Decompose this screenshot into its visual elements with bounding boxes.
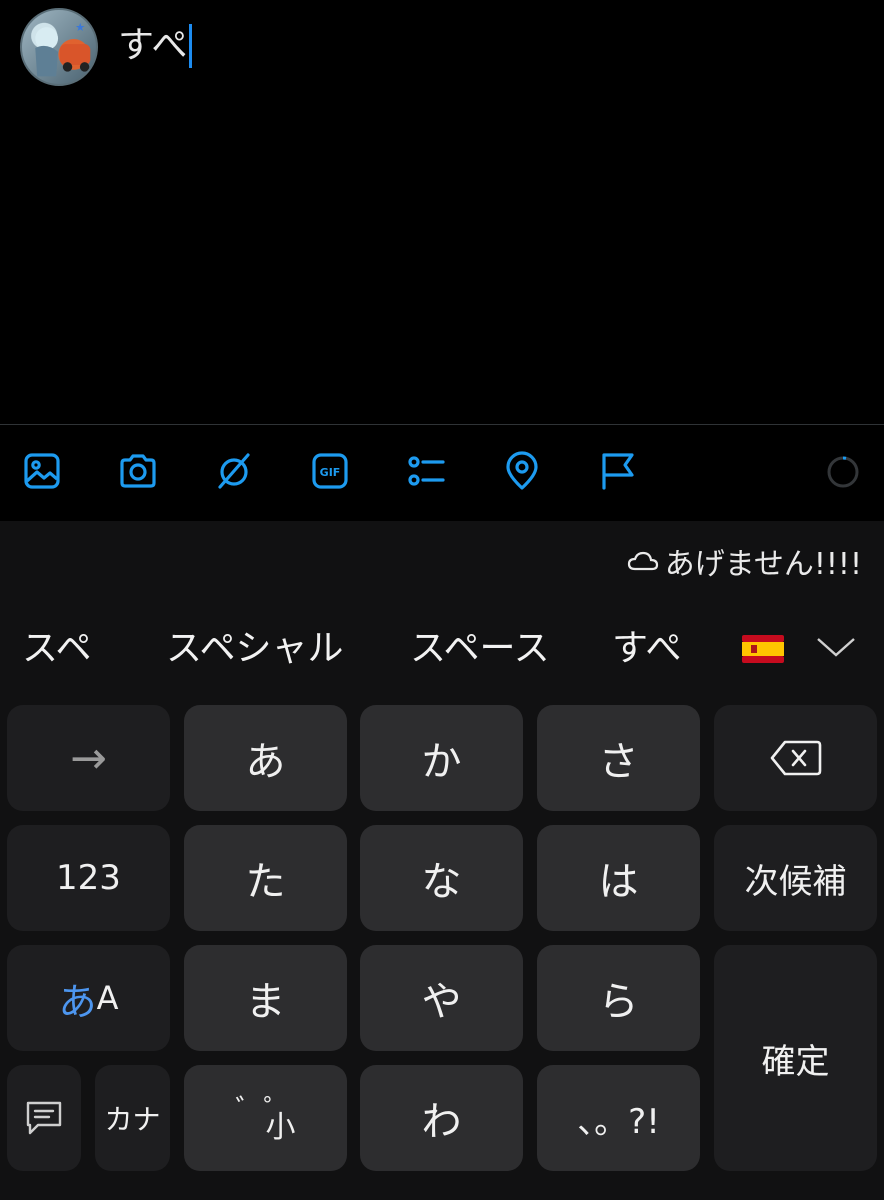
candidate-2[interactable]: スペシャル bbox=[166, 621, 343, 677]
key-na-label: な bbox=[421, 859, 462, 905]
candidate-1[interactable]: スペ bbox=[22, 621, 91, 677]
key-ya-label: や bbox=[421, 979, 462, 1025]
compose-toolbar: GIF bbox=[0, 425, 884, 521]
mode-kana-label: あ bbox=[58, 979, 97, 1024]
poll-icon[interactable] bbox=[404, 449, 448, 493]
backspace-key[interactable] bbox=[714, 705, 877, 811]
camera-icon[interactable] bbox=[116, 449, 160, 493]
key-ra-label: ら bbox=[598, 979, 639, 1025]
mode-alpha-label: A bbox=[96, 979, 119, 1017]
candidate-bar: スペ スペシャル スペース すぺ bbox=[0, 621, 884, 677]
key-ka[interactable]: か bbox=[360, 705, 523, 811]
key-wa[interactable]: わ bbox=[360, 1065, 523, 1171]
emoji-text-key[interactable] bbox=[7, 1065, 81, 1171]
keyboard: あげません!!!! スペ スペシャル スペース すぺ → あ か さ 123 た… bbox=[0, 521, 884, 1200]
candidate-4[interactable]: すぺ bbox=[612, 621, 681, 677]
key-sa-label: さ bbox=[598, 739, 639, 785]
key-ma[interactable]: ま bbox=[184, 945, 347, 1051]
gif-icon[interactable]: GIF bbox=[308, 449, 352, 493]
punctuation-key-label: 、。?! bbox=[577, 1101, 660, 1142]
kana-key[interactable]: カナ bbox=[95, 1065, 170, 1171]
key-a-label: あ bbox=[245, 739, 286, 785]
next-candidate-label: 次候補 bbox=[744, 861, 847, 902]
key-arrow-label: → bbox=[70, 732, 107, 784]
confirm-key-label: 確定 bbox=[761, 1041, 830, 1082]
candidate-3[interactable]: スペース bbox=[410, 621, 550, 677]
dakuten-key-label: ゛゜小 bbox=[235, 1093, 295, 1145]
backspace-icon bbox=[770, 740, 821, 776]
next-candidate-key[interactable]: 次候補 bbox=[714, 825, 877, 931]
key-ra[interactable]: ら bbox=[537, 945, 700, 1051]
cloud-suggestion-text: あげません!!!! bbox=[664, 547, 862, 582]
dakuten-key[interactable]: ゛゜小 bbox=[184, 1065, 347, 1171]
chevron-down-icon[interactable] bbox=[814, 631, 858, 663]
cloud-icon bbox=[627, 551, 658, 571]
small-kana-mark: 小 bbox=[265, 1110, 296, 1145]
key-na[interactable]: な bbox=[360, 825, 523, 931]
image-icon[interactable] bbox=[20, 449, 64, 493]
location-icon[interactable] bbox=[500, 449, 544, 493]
key-arrow[interactable]: → bbox=[7, 705, 170, 811]
spain-flag-icon[interactable] bbox=[742, 635, 784, 663]
key-ta[interactable]: た bbox=[184, 825, 347, 931]
key-ya[interactable]: や bbox=[360, 945, 523, 1051]
svg-text:★: ★ bbox=[75, 20, 85, 34]
key-ta-label: た bbox=[245, 859, 286, 905]
key-sa[interactable]: さ bbox=[537, 705, 700, 811]
key-numbers-label: 123 bbox=[56, 858, 121, 898]
svg-text:GIF: GIF bbox=[320, 466, 341, 479]
grok-icon[interactable] bbox=[212, 449, 256, 493]
key-ha-label: は bbox=[598, 859, 639, 905]
key-ha[interactable]: は bbox=[537, 825, 700, 931]
key-a[interactable]: あ bbox=[184, 705, 347, 811]
key-ka-label: か bbox=[421, 739, 462, 785]
character-progress-ring bbox=[827, 456, 859, 488]
confirm-key[interactable]: 確定 bbox=[714, 945, 877, 1171]
key-wa-label: わ bbox=[421, 1099, 462, 1145]
flag-icon[interactable] bbox=[596, 449, 640, 493]
punctuation-key[interactable]: 、。?! bbox=[537, 1065, 700, 1171]
kana-key-label: カナ bbox=[104, 1103, 161, 1136]
key-ma-label: ま bbox=[245, 979, 286, 1025]
mode-switch-key[interactable]: あ A bbox=[7, 945, 170, 1051]
key-numbers[interactable]: 123 bbox=[7, 825, 170, 931]
compose-area[interactable]: ★ すぺ bbox=[0, 0, 884, 424]
compose-text: すぺ bbox=[118, 25, 188, 66]
compose-input[interactable]: すぺ bbox=[118, 22, 193, 70]
avatar[interactable]: ★ bbox=[20, 8, 98, 86]
text-caret bbox=[189, 24, 193, 68]
cloud-suggestion[interactable]: あげません!!!! bbox=[627, 539, 862, 583]
chat-icon bbox=[26, 1101, 62, 1135]
